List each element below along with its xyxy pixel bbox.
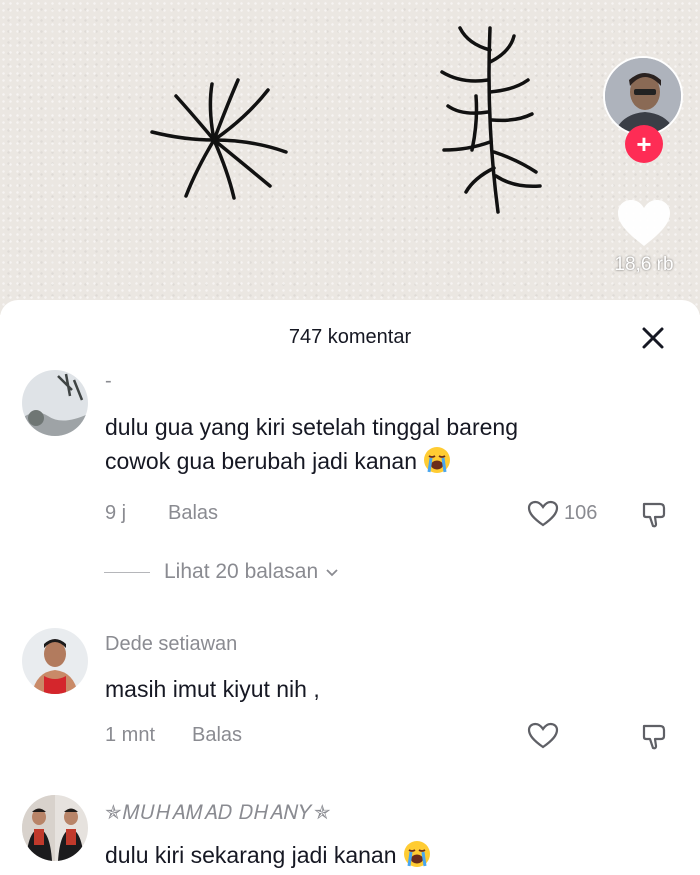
comments-title: 747 komentar [288,326,412,348]
avatar-image [22,628,88,694]
reply-button[interactable]: Balas [168,502,218,525]
plus-icon: + [636,129,652,159]
chevron-down-icon [326,569,338,577]
comment-text: masih imut kiyut nih , [105,676,320,702]
loudly-crying-face-icon [403,841,430,867]
commenter-avatar[interactable] [22,370,88,436]
creator-avatar[interactable] [603,56,683,136]
comment-username[interactable]: ✯𝑀𝑈𝐻𝐴𝑀𝐴𝐷 𝐷𝐻𝐴𝑁𝑌✯ [105,800,332,825]
comment-text: dulu kiri sekarang jadi kanan [105,838,665,872]
video-player[interactable]: + 18,6 rb [0,0,700,315]
comment-text-line: dulu gua yang kiri setelah tinggal baren… [105,414,519,440]
commenter-avatar[interactable] [22,795,88,861]
comment-time: 1 mnt [105,724,156,746]
view-replies-button[interactable]: Lihat 20 balasan [104,560,340,584]
avatar-image [22,795,88,861]
comment-text-span: dulu kiri sekarang jadi kanan [105,842,397,868]
comment-username[interactable]: Dede setiawan [105,633,237,656]
video-drawing [150,26,542,214]
comment-time: 9 j [105,502,127,524]
heart-icon[interactable] [616,198,672,250]
comment-like-count: 106 [564,502,598,524]
commenter-avatar[interactable] [22,628,88,694]
follow-button[interactable]: + [625,125,663,163]
divider-line [104,571,150,573]
avatar-image [22,370,88,436]
view-replies-label: Lihat 20 balasan [164,560,319,583]
comment-text: dulu gua yang kiri setelah tinggal baren… [105,410,665,478]
reply-button[interactable]: Balas [192,724,242,747]
comment-text-span: cowok gua berubah jadi kanan [105,448,418,474]
loudly-crying-face-icon [424,447,451,473]
heart-outline-icon[interactable] [527,500,559,528]
comment-text-line: cowok gua berubah jadi kanan [105,444,665,478]
heart-outline-icon[interactable] [527,722,559,750]
comment-username[interactable]: - [105,370,112,393]
like-count: 18,6 rb [614,254,674,275]
dislike-icon[interactable] [640,722,670,752]
dislike-icon[interactable] [640,500,670,530]
close-icon[interactable] [640,325,666,351]
